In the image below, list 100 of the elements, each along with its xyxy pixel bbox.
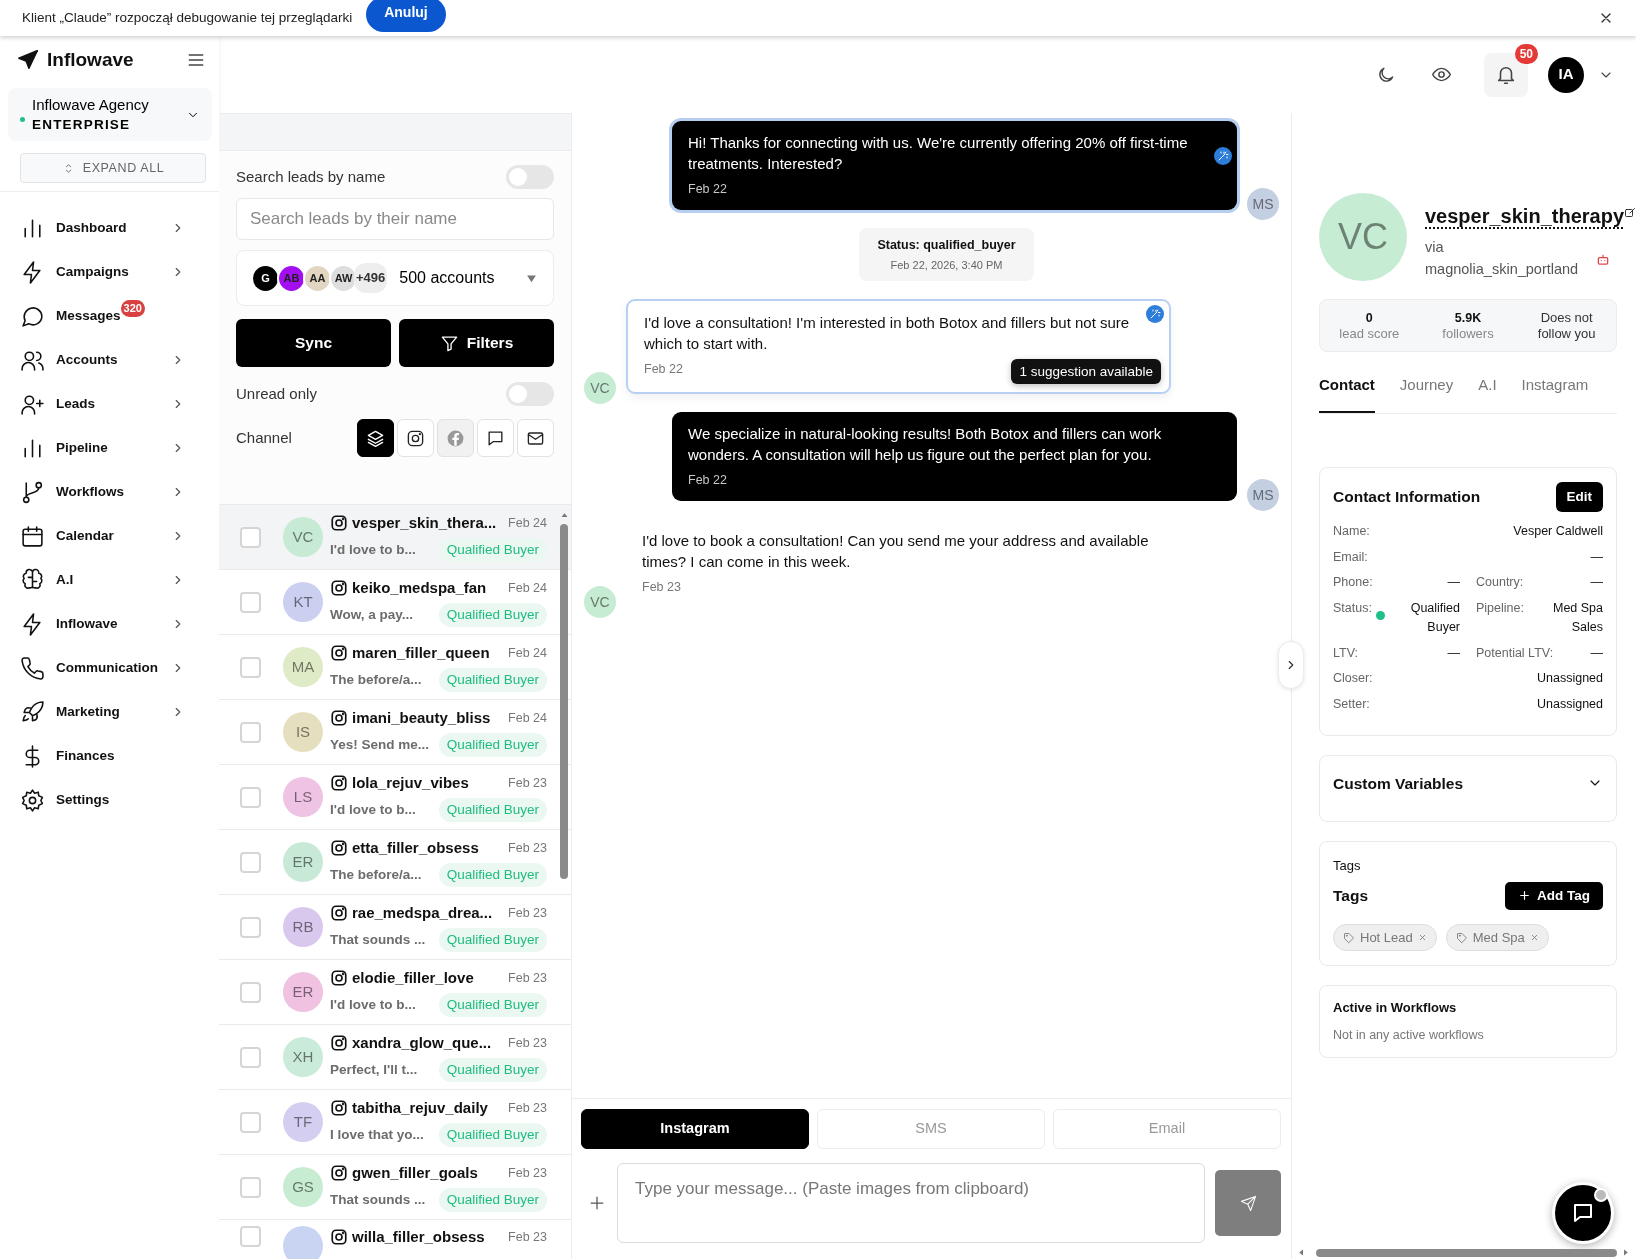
lead-avatar: TF <box>283 1102 323 1142</box>
checkbox[interactable] <box>240 981 261 1003</box>
expand-all-button[interactable]: EXPAND ALL <box>20 153 206 184</box>
nav-item[interactable]: Dashboard <box>8 206 212 251</box>
nav-item[interactable]: Accounts <box>8 338 212 383</box>
field-label: Pipeline: <box>1476 600 1524 617</box>
nav-item[interactable]: Finances <box>8 734 212 779</box>
checkbox[interactable] <box>240 1176 261 1198</box>
message-input[interactable]: Type your message... (Paste images from clipboard) <box>617 1163 1205 1243</box>
lead-row[interactable]: VC vesper_skin_thera... Feb 24 I'd love to b... Qualified Buyer <box>219 505 571 570</box>
sync-button[interactable]: Sync <box>236 319 391 367</box>
chat-widget-button[interactable] <box>1552 1182 1614 1244</box>
via-label: via <box>1425 238 1445 257</box>
field-value: Vesper Caldwell <box>1513 522 1603 540</box>
status-badge: Qualified Buyer <box>438 603 547 628</box>
count-badge: 320 <box>120 299 145 317</box>
card-title: Active in Workflows <box>1333 999 1458 1018</box>
field-value: — <box>1590 548 1603 566</box>
edit-button[interactable]: Edit <box>1555 481 1603 512</box>
nav-item[interactable]: Pipeline <box>8 426 212 471</box>
checkbox[interactable] <box>240 721 261 743</box>
search-label: Search leads by name <box>236 166 386 187</box>
remove-icon[interactable] <box>1529 933 1539 942</box>
account-avatar: AB <box>277 263 306 293</box>
lead-date: Feb 24 <box>508 644 547 662</box>
calendar-icon <box>20 523 45 549</box>
nav-item[interactable]: Marketing <box>8 690 212 735</box>
custom-variables-card[interactable]: Custom Variables <box>1319 754 1617 822</box>
tag-chip[interactable]: Med Spa <box>1445 923 1549 952</box>
contact-avatar: VC <box>1319 193 1407 281</box>
checkbox[interactable] <box>240 1226 261 1247</box>
nav-item[interactable]: Communication <box>8 646 212 691</box>
instagram-icon <box>330 773 348 792</box>
nav-item[interactable]: A.I <box>8 558 212 603</box>
profile-tab[interactable]: Journey <box>1399 374 1454 413</box>
message-preview: That sounds ... <box>330 1191 426 1210</box>
lead-date: Feb 23 <box>508 1099 547 1117</box>
instagram-icon <box>330 1163 348 1182</box>
nav-item[interactable]: Inflowave <box>8 602 212 647</box>
lead-date: Feb 24 <box>508 579 547 597</box>
checkbox[interactable] <box>240 786 261 808</box>
checkbox[interactable] <box>240 1111 261 1133</box>
nav-item[interactable]: Leads <box>8 382 212 427</box>
branch-icon <box>20 479 45 505</box>
workspace-name: Inflowave Agency <box>32 95 149 115</box>
nav-item[interactable]: Workflows <box>8 470 212 515</box>
nav-item[interactable]: Campaigns <box>8 250 212 295</box>
instagram-icon <box>330 903 348 922</box>
lead-avatar: ER <box>283 972 323 1012</box>
nav-item[interactable]: Messages 320 <box>8 294 212 339</box>
message-preview: I love that yo... <box>330 1126 424 1145</box>
accounts-summary: 500 accounts <box>399 268 495 288</box>
accounts-selector[interactable]: G AB AA AW +496 500 accounts <box>236 250 554 306</box>
filters-button[interactable]: Filters <box>399 319 554 367</box>
layers-icon <box>366 428 385 448</box>
stat-value: 0 <box>1364 309 1374 326</box>
tag-chip[interactable]: Hot Lead <box>1333 923 1437 952</box>
profile-tab[interactable]: Contact <box>1319 374 1375 413</box>
cancel-button[interactable]: Anuluj <box>366 0 446 32</box>
checkbox[interactable] <box>240 591 261 613</box>
search-toggle[interactable] <box>506 165 554 189</box>
lead-avatar: RB <box>283 907 323 947</box>
lead-name: etta_filler_obsess <box>352 837 479 858</box>
add-tag-button[interactable]: Add Tag <box>1505 881 1603 910</box>
field-label: Setter: <box>1333 696 1370 713</box>
checkbox[interactable] <box>240 851 261 873</box>
lead-date: Feb 23 <box>508 1228 547 1246</box>
status-date: Feb 22, 2026, 3:40 PM <box>889 257 1004 273</box>
checkbox[interactable] <box>240 1046 261 1068</box>
send-icon <box>1239 1194 1257 1212</box>
lead-avatar: IS <box>283 712 323 752</box>
nav-item[interactable]: Settings <box>8 778 212 823</box>
filter-icon <box>439 333 459 353</box>
channel-filter-button[interactable] <box>357 419 394 457</box>
card-title: Contact Information <box>1333 487 1481 507</box>
external-link-icon[interactable] <box>1624 207 1636 219</box>
checkbox[interactable] <box>240 916 261 938</box>
profile-tab[interactable]: Instagram <box>1521 374 1589 413</box>
remove-icon[interactable] <box>1417 933 1427 942</box>
instagram-icon <box>330 513 348 532</box>
checkbox[interactable] <box>240 656 261 678</box>
unread-toggle[interactable] <box>506 382 554 406</box>
channel-tab[interactable]: Instagram <box>581 1109 809 1149</box>
magic-wand-icon[interactable] <box>1214 147 1232 165</box>
status-text: Status: qualified_buyer <box>877 237 1016 254</box>
stat-value: 5.9K <box>1453 309 1483 326</box>
follow-status: Does not follow you <box>1536 309 1597 342</box>
profile-tab[interactable]: A.I <box>1478 374 1497 413</box>
channel-label: Channel <box>236 427 292 448</box>
checkbox[interactable] <box>240 526 261 548</box>
search-field[interactable]: Search leads by their name <box>236 198 554 240</box>
lead-name: elodie_filler_love <box>352 967 474 988</box>
workspace-selector[interactable]: Inflowave Agency ENTERPRISE <box>8 88 212 142</box>
lead-name: vesper_skin_thera... <box>352 512 497 533</box>
field-label: Potential LTV: <box>1476 644 1554 662</box>
lead-avatar: XH <box>283 1037 323 1077</box>
lead-date: Feb 23 <box>508 839 547 857</box>
contact-username[interactable]: vesper_skin_therapy <box>1425 201 1624 231</box>
nav-item[interactable]: Calendar <box>8 514 212 559</box>
user-avatar[interactable]: IA <box>1548 56 1584 93</box>
